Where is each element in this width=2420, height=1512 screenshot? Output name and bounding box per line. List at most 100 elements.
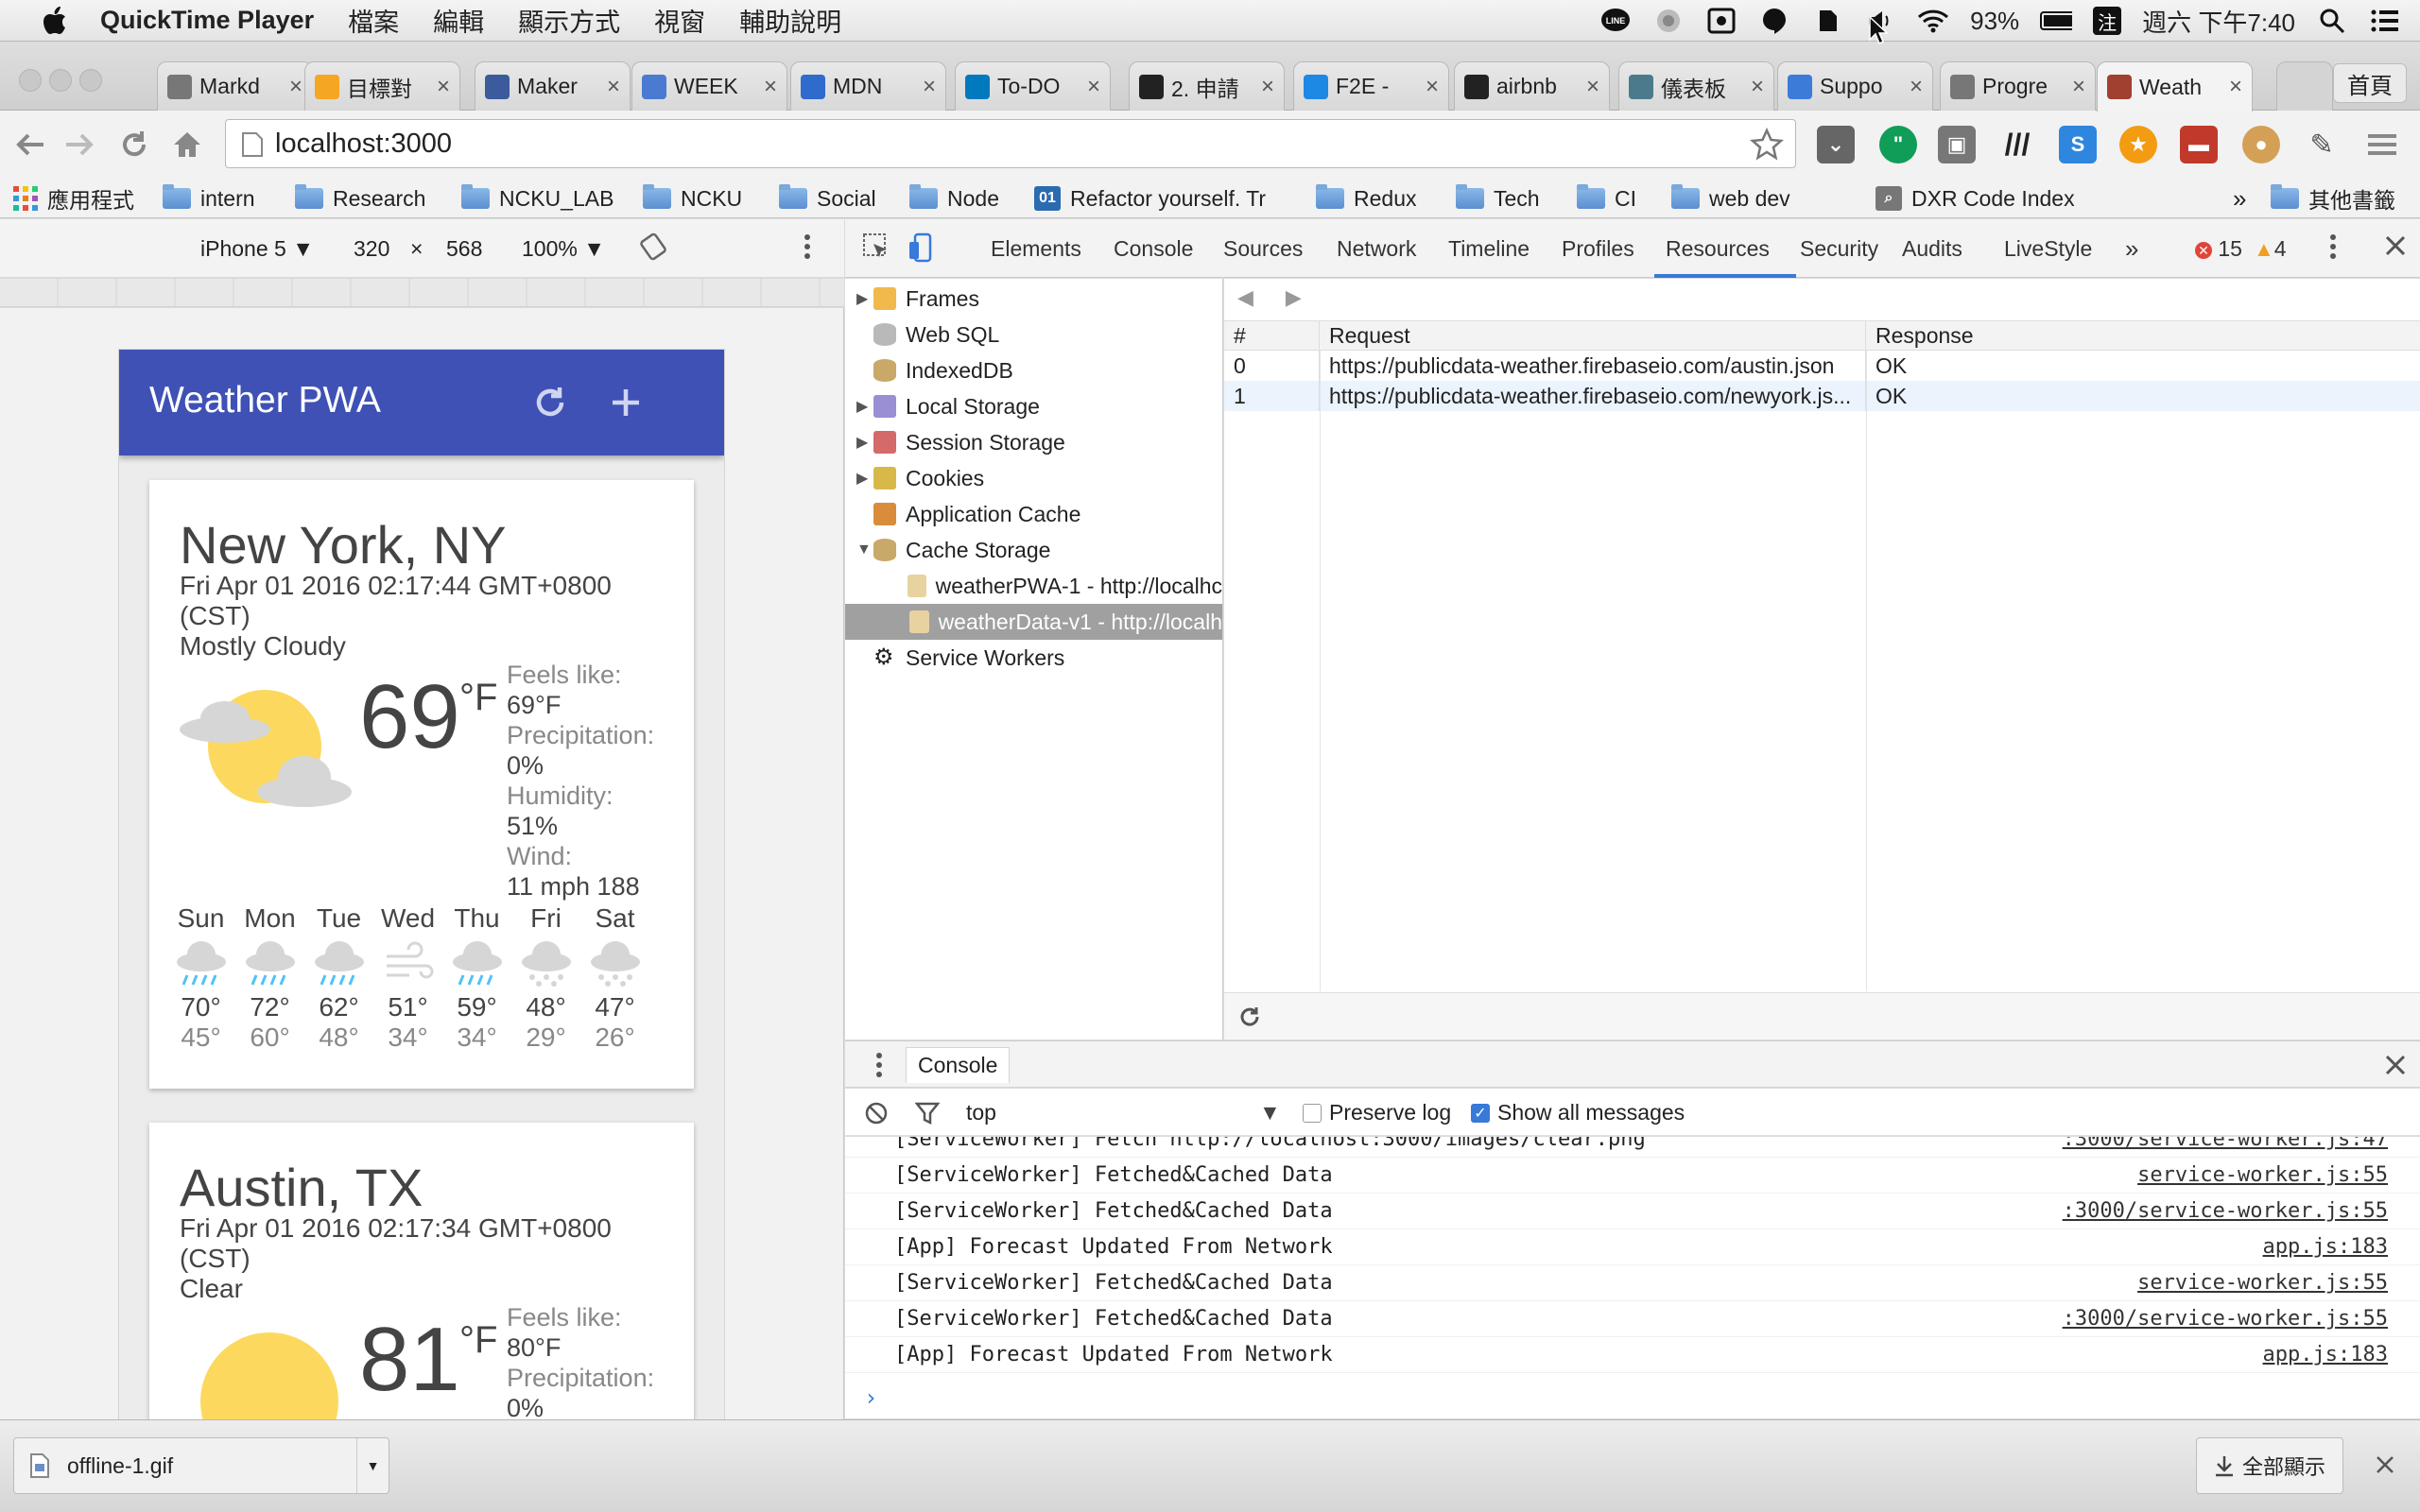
devtools-tab-elements[interactable]: Elements bbox=[991, 236, 1081, 262]
close-tab-icon[interactable]: × bbox=[437, 74, 450, 100]
device-select[interactable]: iPhone 5 ▼ bbox=[200, 236, 314, 262]
slash-extension-icon[interactable]: /// bbox=[1998, 126, 2036, 163]
red-extension-icon[interactable]: ▬ bbox=[2180, 126, 2218, 163]
devtools-tab-profiles[interactable]: Profiles bbox=[1562, 236, 1634, 262]
spotlight-icon[interactable] bbox=[2316, 5, 2348, 37]
zoom-select[interactable]: 100% ▼ bbox=[522, 236, 605, 262]
hangouts-icon[interactable] bbox=[1758, 5, 1790, 37]
close-tab-icon[interactable]: × bbox=[1261, 74, 1274, 100]
browser-tab[interactable]: Maker × bbox=[475, 61, 631, 111]
bookmark-item[interactable]: Node bbox=[909, 182, 999, 215]
browser-tab[interactable]: MDN × bbox=[790, 61, 946, 111]
hangouts-extension-icon[interactable]: " bbox=[1879, 126, 1917, 163]
bookmark-item[interactable]: NCKU bbox=[643, 182, 742, 215]
console-source-link[interactable]: :3000/service-worker.js:55 bbox=[2063, 1199, 2388, 1223]
address-bar[interactable]: localhost:3000 bbox=[225, 119, 1796, 168]
back-button[interactable] bbox=[11, 126, 49, 163]
tree-item[interactable]: ▼ Cache Storage bbox=[845, 532, 1222, 568]
close-tab-icon[interactable]: × bbox=[764, 74, 777, 100]
devtools-tab-livestyle[interactable]: LiveStyle bbox=[2004, 236, 2092, 262]
add-city-button[interactable] bbox=[603, 380, 648, 425]
table-row[interactable]: 1 https://publicdata-weather.firebaseio.… bbox=[1224, 381, 2420, 411]
devtools-tab-security[interactable]: Security bbox=[1800, 236, 1878, 262]
console-source-link[interactable]: :3000/service-worker.js:55 bbox=[2063, 1307, 2388, 1331]
more-tabs-button[interactable]: » bbox=[2125, 234, 2138, 264]
eyedropper-icon[interactable]: ✎ bbox=[2303, 126, 2341, 163]
table-row[interactable]: 0 https://publicdata-weather.firebaseio.… bbox=[1224, 351, 2420, 381]
close-tab-icon[interactable]: × bbox=[289, 74, 302, 100]
browser-tab[interactable]: WEEK × bbox=[631, 61, 787, 111]
bookmark-star-icon[interactable] bbox=[1750, 128, 1784, 162]
bookmark-item[interactable]: web dev bbox=[1671, 182, 1790, 215]
tree-item[interactable]: ⚙ Service Workers bbox=[845, 640, 1222, 676]
new-tab-button[interactable] bbox=[2276, 61, 2333, 111]
error-count[interactable]: ✕ 15 bbox=[2195, 236, 2242, 262]
browser-tab[interactable]: Weath × bbox=[2097, 61, 2253, 112]
devtools-tab-console[interactable]: Console bbox=[1114, 236, 1193, 262]
browser-tab[interactable]: 2. 申請 × bbox=[1129, 61, 1285, 111]
menu-window[interactable]: 視窗 bbox=[654, 2, 705, 39]
console-prompt[interactable]: › bbox=[864, 1384, 877, 1411]
cookie-icon[interactable]: ● bbox=[2242, 126, 2280, 163]
devtools-tab-timeline[interactable]: Timeline bbox=[1448, 236, 1530, 262]
tree-item[interactable]: Application Cache bbox=[845, 496, 1222, 532]
apple-icon[interactable] bbox=[36, 0, 74, 42]
bookmark-item[interactable]: CI bbox=[1577, 182, 1636, 215]
bookmark-item[interactable]: Redux bbox=[1316, 182, 1416, 215]
inspect-element-icon[interactable] bbox=[862, 232, 890, 261]
wifi-icon[interactable] bbox=[1917, 5, 1949, 37]
tree-item[interactable]: ▶ Session Storage bbox=[845, 424, 1222, 460]
browser-tab[interactable]: 儀表板 × bbox=[1618, 61, 1774, 111]
clock[interactable]: 週六 下午7:40 bbox=[2142, 4, 2295, 39]
console-source-link[interactable]: service-worker.js:55 bbox=[2137, 1163, 2388, 1187]
tree-item[interactable]: ▶ Local Storage bbox=[845, 388, 1222, 424]
context-select[interactable]: top bbox=[966, 1100, 996, 1125]
bookmark-item[interactable]: Research bbox=[295, 182, 425, 215]
console-source-link[interactable]: :3000/service-worker.js:47 bbox=[2063, 1137, 2388, 1151]
close-devtools-icon[interactable] bbox=[2384, 234, 2407, 257]
browser-tab[interactable]: Progre × bbox=[1940, 61, 2096, 111]
home-link[interactable]: 首頁 bbox=[2333, 63, 2407, 103]
close-tab-icon[interactable]: × bbox=[1910, 74, 1923, 100]
device-height-input[interactable]: 568 bbox=[446, 236, 482, 262]
bookmark-item[interactable]: intern bbox=[163, 182, 255, 215]
close-shelf-icon[interactable] bbox=[2375, 1454, 2395, 1475]
line-icon[interactable]: LINE bbox=[1599, 5, 1632, 37]
reload-icon[interactable] bbox=[115, 126, 153, 163]
collapsed-arrow-icon[interactable]: ▶ bbox=[856, 289, 873, 308]
rotate-icon[interactable] bbox=[639, 232, 667, 261]
preserve-log-checkbox[interactable]: Preserve log bbox=[1303, 1100, 1451, 1125]
tree-item[interactable]: ▶ Cookies bbox=[845, 460, 1222, 496]
tree-item[interactable]: weatherData-v1 - http://localh bbox=[845, 604, 1222, 640]
close-tab-icon[interactable]: × bbox=[1087, 74, 1100, 100]
close-tab-icon[interactable]: × bbox=[1426, 74, 1439, 100]
chrome-menu-icon[interactable] bbox=[2363, 126, 2401, 163]
close-drawer-icon[interactable] bbox=[2384, 1054, 2407, 1076]
refresh-cache-icon[interactable] bbox=[1237, 1005, 1262, 1029]
pocket-icon[interactable]: ⌄ bbox=[1817, 126, 1855, 163]
close-tab-icon[interactable]: × bbox=[923, 74, 936, 100]
close-tab-icon[interactable]: × bbox=[2072, 74, 2085, 100]
column-header-response[interactable]: Response bbox=[1866, 321, 2420, 350]
devtools-tab-resources[interactable]: Resources bbox=[1666, 236, 1770, 262]
close-tab-icon[interactable]: × bbox=[2229, 74, 2242, 100]
previous-page-button[interactable]: ◀ bbox=[1237, 285, 1253, 310]
minimize-window-button[interactable] bbox=[49, 69, 72, 92]
collapsed-arrow-icon[interactable]: ▶ bbox=[856, 469, 873, 488]
console-source-link[interactable]: app.js:183 bbox=[2263, 1235, 2388, 1259]
devtools-tab-audits[interactable]: Audits bbox=[1902, 236, 1962, 262]
apps-shortcut[interactable]: 應用程式 bbox=[13, 182, 134, 215]
battery-icon[interactable] bbox=[2040, 5, 2073, 37]
menu-view[interactable]: 顯示方式 bbox=[518, 2, 620, 39]
zoom-window-button[interactable] bbox=[79, 69, 102, 92]
s-extension-icon[interactable]: S bbox=[2059, 126, 2097, 163]
close-tab-icon[interactable]: × bbox=[1751, 74, 1764, 100]
clear-console-icon[interactable] bbox=[864, 1101, 889, 1125]
browser-tab[interactable]: To-DO × bbox=[955, 61, 1111, 111]
record-icon[interactable] bbox=[1652, 5, 1685, 37]
star-extension-icon[interactable]: ★ bbox=[2119, 126, 2157, 163]
collapsed-arrow-icon[interactable]: ▶ bbox=[856, 433, 873, 452]
console-source-link[interactable]: service-worker.js:55 bbox=[2137, 1271, 2388, 1295]
download-item[interactable]: offline-1.gif ▼ bbox=[13, 1437, 389, 1494]
menu-edit[interactable]: 編輯 bbox=[433, 2, 484, 39]
